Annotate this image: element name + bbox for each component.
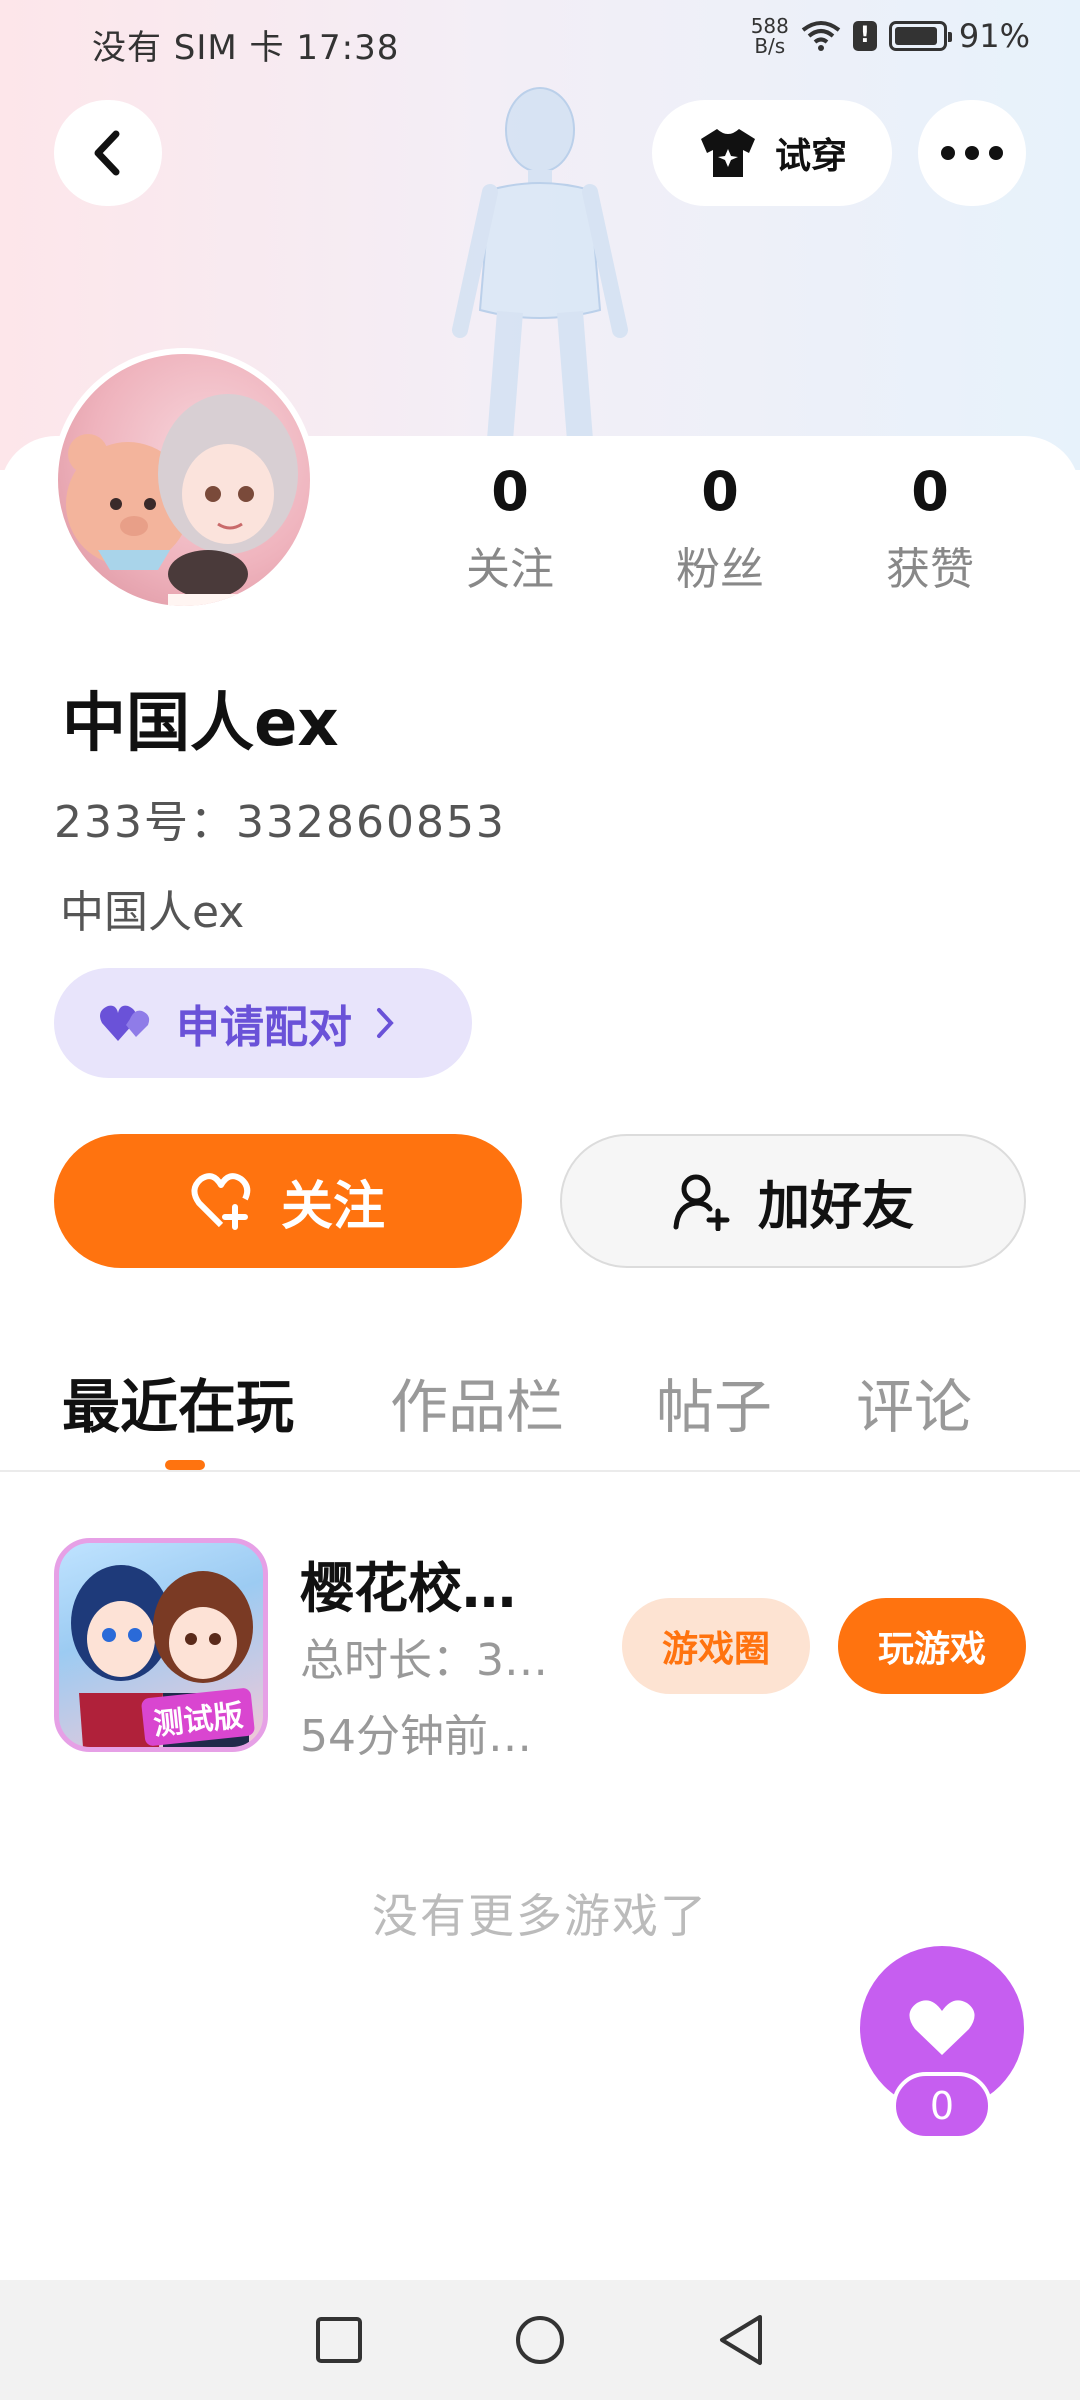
stat-label: 粉丝 (676, 544, 764, 595)
user-bio: 中国人ex (60, 887, 245, 938)
more-button[interactable] (918, 100, 1026, 206)
follow-button[interactable]: 关注 (54, 1134, 522, 1268)
user-id[interactable]: 233号：332860853 (54, 786, 506, 850)
like-count: 0 (892, 2072, 992, 2140)
request-pair-button[interactable]: 申请配对 (54, 968, 472, 1078)
stat-followers[interactable]: 0 粉丝 (620, 460, 820, 597)
more-dots-icon (941, 146, 1003, 160)
battery-icon (888, 21, 952, 51)
profile-tabs: 最近在玩 作品栏 帖子 评论 (0, 1320, 1080, 1472)
game-circle-button[interactable]: 游戏圈 (622, 1598, 810, 1694)
stat-likes[interactable]: 0 获赞 (830, 460, 1030, 597)
net-speed-value: 588 (750, 14, 789, 38)
avatar[interactable] (52, 348, 316, 612)
tab-recent-games[interactable]: 最近在玩 (62, 1360, 294, 1444)
net-speed: 588 B/s (751, 16, 789, 56)
tshirt-icon (700, 129, 755, 177)
system-nav-bar (0, 2280, 1080, 2400)
stat-label: 关注 (466, 544, 554, 595)
play-game-button[interactable]: 玩游戏 (838, 1598, 1026, 1694)
add-user-icon (673, 1174, 730, 1231)
back-nav-icon[interactable] (716, 2313, 766, 2367)
status-left-text: 没有 SIM 卡 17:38 (92, 28, 400, 68)
try-on-button[interactable]: 试穿 (652, 100, 892, 206)
heart-icon (909, 2000, 975, 2055)
net-speed-unit: B/s (754, 34, 786, 58)
home-icon[interactable] (514, 2314, 566, 2366)
game-total-time: 总时长：3… (300, 1635, 548, 1686)
game-last-played: 54分钟前… (300, 1711, 532, 1762)
chevron-left-icon (94, 130, 120, 176)
game-icon[interactable]: 测试版 (54, 1538, 268, 1752)
chevron-right-icon (377, 1008, 394, 1038)
avatar-image (66, 394, 298, 606)
username: 中国人ex (62, 687, 339, 761)
stat-label: 获赞 (886, 544, 974, 595)
add-friend-label: 加好友 (757, 1176, 914, 1237)
stat-value: 0 (911, 460, 949, 523)
follow-label: 关注 (280, 1176, 385, 1237)
list-item[interactable]: 测试版 樱花校… 总时长：3… 54分钟前… 游戏圈 玩游戏 (54, 1538, 1034, 1762)
tab-works[interactable]: 作品栏 (390, 1360, 564, 1444)
wifi-icon (801, 21, 841, 51)
recent-apps-icon[interactable] (314, 2315, 364, 2365)
try-on-label: 试穿 (774, 136, 847, 177)
tab-posts[interactable]: 帖子 (656, 1360, 772, 1444)
back-button[interactable] (54, 100, 162, 206)
battery-percent: 91% (958, 17, 1030, 55)
stat-value: 0 (491, 460, 529, 523)
add-friend-button[interactable]: 加好友 (560, 1134, 1026, 1268)
avatar-3d-figure (452, 87, 628, 440)
status-right: 588 B/s ! 91% (751, 16, 1030, 56)
tab-indicator (165, 1460, 205, 1470)
stat-value: 0 (701, 460, 739, 523)
request-pair-label: 申请配对 (176, 1002, 352, 1053)
alert-icon: ! (852, 21, 877, 51)
game-name: 樱花校… (300, 1557, 516, 1620)
double-heart-icon (100, 1005, 150, 1041)
stat-following[interactable]: 0 关注 (410, 460, 610, 597)
empty-list-text: 没有更多游戏了 (372, 1889, 708, 1943)
status-bar: 没有 SIM 卡 17:38 588 B/s ! 91% (0, 0, 1080, 80)
profile-stats: 0 关注 0 粉丝 0 获赞 (410, 460, 1030, 597)
heart-plus-icon (191, 1173, 251, 1230)
tab-comments[interactable]: 评论 (856, 1360, 972, 1444)
